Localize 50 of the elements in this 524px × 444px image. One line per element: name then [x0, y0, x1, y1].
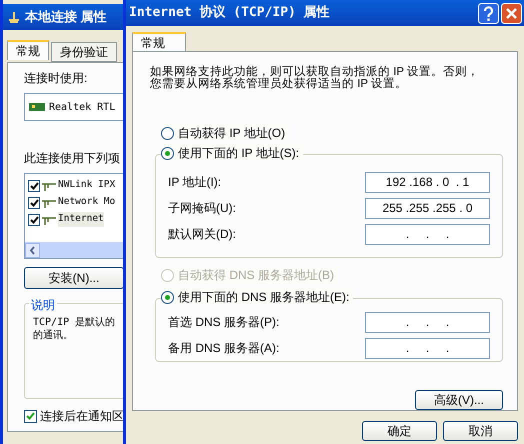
- list-item[interactable]: Network Mo: [58, 195, 116, 210]
- ip-input-field[interactable]: 255 .255 .255 . 0: [365, 198, 490, 218]
- window-title: Internet 协议 (TCP/IP) 属性: [129, 4, 330, 22]
- network-icon: [7, 10, 21, 24]
- install-button[interactable]: 安装(N)...: [24, 267, 124, 289]
- help-icon[interactable]: [478, 2, 499, 24]
- ip-input-field[interactable]: . . .: [365, 338, 490, 358]
- checkbox[interactable]: [24, 410, 37, 422]
- intro-text: 如果网络支持此功能，则可以获取自动指派的 IP 设置。否则，: [150, 66, 480, 78]
- window-title: 本地连接 属性: [25, 8, 107, 26]
- radio-label: 自动获得 DNS 服务器地址(B): [178, 267, 334, 284]
- ip-input-field[interactable]: . . .: [365, 312, 490, 332]
- radio-button[interactable]: [161, 146, 174, 160]
- dialog-button[interactable]: 确定: [362, 421, 437, 441]
- checkbox[interactable]: [28, 180, 40, 192]
- field-label: IP 地址(I):: [168, 174, 222, 191]
- network-card-icon: [29, 102, 45, 112]
- field-label: 连接时使用:: [24, 70, 88, 87]
- ip-input-field[interactable]: . . .: [365, 224, 490, 244]
- radio-button[interactable]: [161, 290, 174, 304]
- field-label: 首选 DNS 服务器(P):: [168, 314, 280, 331]
- tab[interactable]: 身份验证: [51, 42, 117, 62]
- checkbox-label: 连接后在通知区: [40, 408, 124, 425]
- description-text: TCP/IP 是默认的: [33, 316, 116, 329]
- checkmark-icon: [26, 412, 35, 420]
- protocol-icon: [42, 180, 56, 190]
- field-label: 此连接使用下列项: [24, 150, 119, 167]
- checkbox[interactable]: [28, 196, 40, 208]
- tab[interactable]: 常规: [7, 40, 49, 60]
- list-item[interactable]: Internet: [58, 212, 104, 227]
- radio-label: 使用下面的 IP 地址(S):: [178, 145, 300, 162]
- radio-button[interactable]: [161, 126, 174, 140]
- field-label: 子网掩码(U):: [168, 200, 236, 217]
- field-label: 默认网关(D):: [168, 226, 236, 243]
- adapter-name: Realtek RTL: [49, 100, 116, 114]
- radio-label: 使用下面的 DNS 服务器地址(E):: [178, 289, 350, 306]
- description-text: 的通讯。: [33, 329, 73, 342]
- intro-text: 您需要从网络系统管理员处获得适当的 IP 设置。: [150, 78, 408, 90]
- radio-label: 自动获得 IP 地址(O): [178, 125, 286, 142]
- tab[interactable]: 常规: [132, 32, 186, 51]
- group-title: 说明: [29, 296, 57, 314]
- dialog-button[interactable]: 取消: [443, 421, 518, 441]
- list-item[interactable]: NWLink IPX: [58, 178, 116, 193]
- protocol-icon: [42, 214, 56, 224]
- close-icon[interactable]: [501, 2, 522, 24]
- advanced-button[interactable]: 高级(V)...: [415, 390, 503, 410]
- field-label: 备用 DNS 服务器(A):: [168, 340, 280, 357]
- ip-input-field[interactable]: 192 .168 . 0 . 1: [365, 172, 490, 192]
- protocol-icon: [42, 198, 56, 208]
- checkbox[interactable]: [28, 214, 40, 226]
